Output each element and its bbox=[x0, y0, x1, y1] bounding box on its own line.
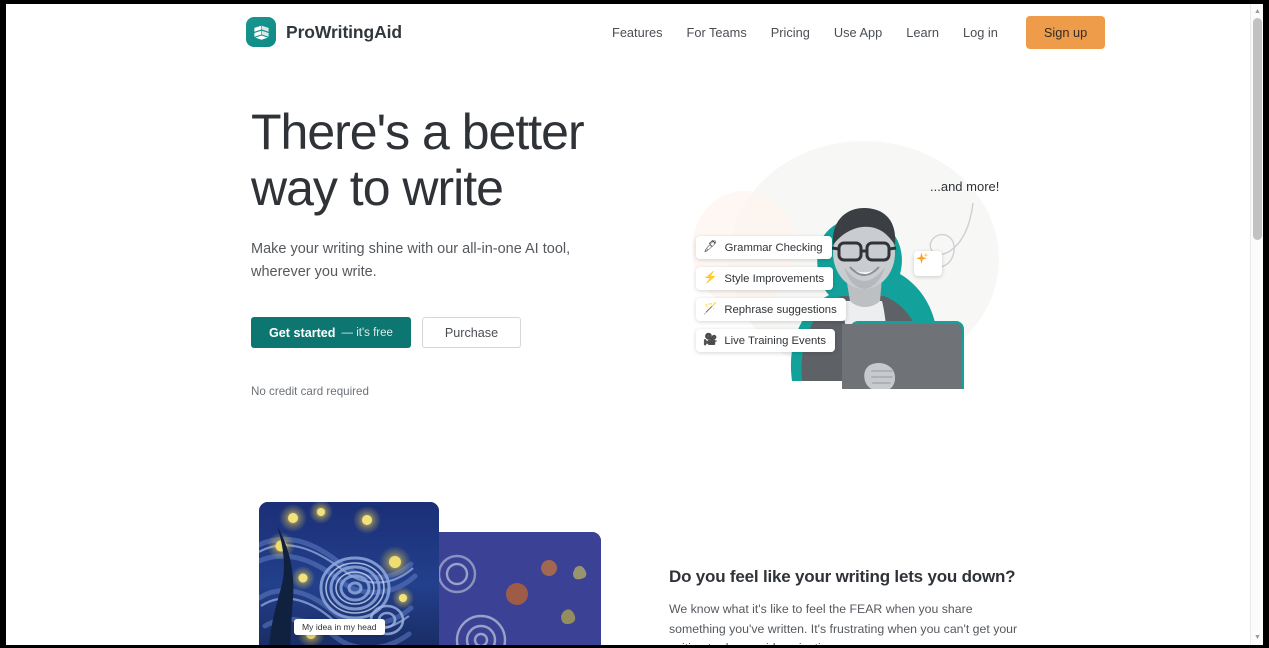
feature-chip-label: Grammar Checking bbox=[724, 241, 823, 254]
brand-logo-link[interactable]: ProWritingAid bbox=[246, 17, 402, 47]
lightning-bolt-icon: ⚡ bbox=[703, 271, 718, 284]
magic-wand-icon: 🪄 bbox=[703, 302, 718, 315]
section-heading: Do you feel like your writing lets you d… bbox=[669, 567, 1016, 586]
page-title: There's a better way to write bbox=[251, 104, 651, 216]
feature-chip-style-improvements: ⚡ Style Improvements bbox=[696, 267, 834, 290]
nav-item-pricing[interactable]: Pricing bbox=[759, 19, 822, 46]
scroll-up-arrow-icon[interactable]: ▲ bbox=[1251, 5, 1263, 18]
purchase-button[interactable]: Purchase bbox=[421, 317, 522, 348]
nav-item-learn[interactable]: Learn bbox=[894, 19, 951, 46]
nav-item-use-app[interactable]: Use App bbox=[822, 19, 894, 46]
section-body-text: We know what it's like to feel the FEAR … bbox=[669, 602, 1018, 645]
get-started-suffix: — it's free bbox=[341, 326, 393, 339]
book-pages-icon bbox=[246, 17, 276, 47]
feature-chip-grammar-checking: 🖋 Grammar Checking bbox=[696, 236, 832, 259]
get-started-label: Get started bbox=[269, 325, 336, 340]
nav-item-features[interactable]: Features bbox=[606, 19, 675, 46]
nav-item-log-in[interactable]: Log in bbox=[951, 19, 1010, 46]
image-caption-my-idea: My idea in my head bbox=[294, 619, 385, 635]
scroll-down-arrow-icon[interactable]: ▼ bbox=[1251, 631, 1263, 644]
feature-chip-label: Live Training Events bbox=[724, 334, 827, 347]
feature-chip-rephrase-suggestions: 🪄 Rephrase suggestions bbox=[696, 298, 846, 321]
quill-pen-icon: 🖋 bbox=[703, 240, 718, 253]
movie-camera-icon: 🎥 bbox=[703, 333, 718, 346]
main-navigation: Features For Teams Pricing Use App Learn… bbox=[606, 4, 1106, 61]
crude-drawing-panel bbox=[429, 532, 601, 645]
hero-title-line-2: way to write bbox=[251, 160, 504, 216]
and-more-callout: ...and more! bbox=[930, 179, 1000, 194]
sign-up-button[interactable]: Sign up bbox=[1025, 16, 1106, 49]
nav-item-for-teams[interactable]: For Teams bbox=[675, 19, 759, 46]
hero-subtitle: Make your writing shine with our all-in-… bbox=[251, 241, 571, 280]
no-credit-card-note: No credit card required bbox=[251, 385, 369, 398]
scrollbar-thumb[interactable] bbox=[1253, 18, 1262, 240]
feature-chip-live-training-events: 🎥 Live Training Events bbox=[696, 329, 836, 352]
section-writing-lets-you-down: Do you feel like your writing lets you d… bbox=[669, 567, 1019, 645]
page-content: ProWritingAid Features For Teams Pricing… bbox=[6, 4, 1251, 645]
hero-illustration: ...and more! 🖋 Grammar Checking ⚡ Style … bbox=[674, 109, 1019, 389]
sparkles-icon bbox=[914, 251, 942, 276]
site-header: ProWritingAid Features For Teams Pricing… bbox=[6, 4, 1251, 61]
feature-chip-label: Style Improvements bbox=[724, 272, 825, 285]
hero-title-line-1: There's a better bbox=[251, 104, 585, 160]
browser-viewport: ProWritingAid Features For Teams Pricing… bbox=[6, 4, 1263, 645]
vertical-scrollbar[interactable]: ▲ ▼ bbox=[1250, 4, 1263, 645]
get-started-button[interactable]: Get started — it's free bbox=[251, 317, 411, 348]
hero-text-block: There's a better way to write Make your … bbox=[251, 104, 651, 398]
writing-comparison-illustration: My idea in my head bbox=[251, 502, 601, 645]
brand-name: ProWritingAid bbox=[286, 21, 403, 42]
feature-chip-label: Rephrase suggestions bbox=[724, 303, 837, 316]
hero-cta-group: Get started — it's free Purchase bbox=[251, 317, 651, 348]
